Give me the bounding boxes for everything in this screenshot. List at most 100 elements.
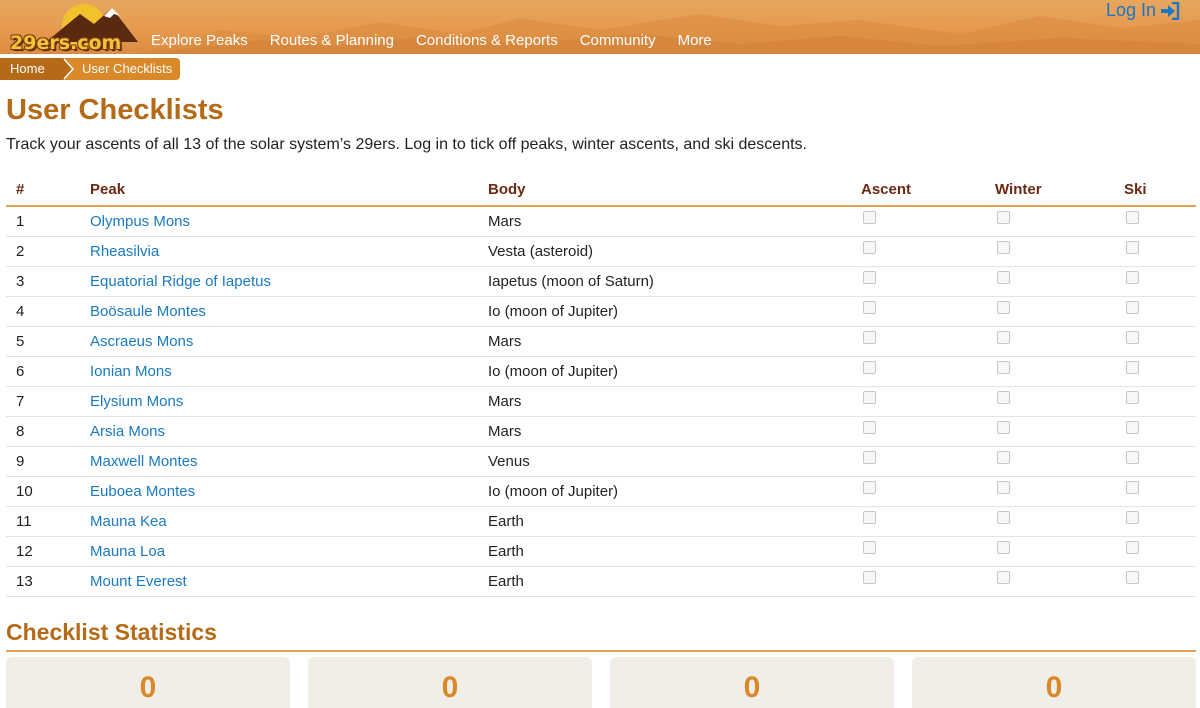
site-logo[interactable]: 29ers.com xyxy=(4,2,140,54)
table-row: 6 Ionian Mons Io (moon of Jupiter) xyxy=(6,356,1196,387)
ski-checkbox[interactable] xyxy=(1126,240,1139,254)
login-link[interactable]: Log In xyxy=(1106,0,1180,21)
ascent-checkbox[interactable] xyxy=(863,570,876,584)
nav-community[interactable]: Community xyxy=(580,32,656,52)
winter-cell xyxy=(995,326,1124,357)
winter-checkbox[interactable] xyxy=(997,480,1010,494)
ascent-checkbox[interactable] xyxy=(863,330,876,344)
ski-checkbox[interactable] xyxy=(1126,480,1139,494)
peak-link[interactable]: Arsia Mons xyxy=(90,423,165,440)
peak-link[interactable]: Maxwell Montes xyxy=(90,453,198,470)
ascent-checkbox[interactable] xyxy=(863,540,876,554)
peak-link[interactable]: Ascraeus Mons xyxy=(90,333,193,350)
ascent-checkbox[interactable] xyxy=(863,390,876,404)
peak-link[interactable]: Olympus Mons xyxy=(90,213,190,230)
ascent-checkbox[interactable] xyxy=(863,240,876,254)
winter-checkbox[interactable] xyxy=(997,210,1010,224)
winter-cell xyxy=(995,416,1124,447)
body-cell: Io (moon of Jupiter) xyxy=(488,476,861,507)
site-header: 29ers.com Explore Peaks Routes & Plannin… xyxy=(0,0,1200,54)
ski-checkbox[interactable] xyxy=(1126,510,1139,524)
peak-cell: Olympus Mons xyxy=(90,206,488,237)
winter-checkbox[interactable] xyxy=(997,570,1010,584)
peak-link[interactable]: Rheasilvia xyxy=(90,243,159,260)
winter-checkbox[interactable] xyxy=(997,330,1010,344)
winter-cell xyxy=(995,566,1124,597)
winter-checkbox[interactable] xyxy=(997,420,1010,434)
winter-checkbox[interactable] xyxy=(997,390,1010,404)
ski-checkbox[interactable] xyxy=(1126,270,1139,284)
ascent-checkbox[interactable] xyxy=(863,480,876,494)
peak-link[interactable]: Equatorial Ridge of Iapetus xyxy=(90,273,271,290)
winter-checkbox[interactable] xyxy=(997,540,1010,554)
winter-cell xyxy=(995,476,1124,507)
winter-cell xyxy=(995,266,1124,297)
body-cell: Mars xyxy=(488,326,861,357)
ascent-checkbox[interactable] xyxy=(863,300,876,314)
winter-cell xyxy=(995,446,1124,477)
ski-cell xyxy=(1124,326,1196,357)
col-header-winter: Winter xyxy=(995,174,1124,207)
ski-checkbox[interactable] xyxy=(1126,420,1139,434)
peak-cell: Equatorial Ridge of Iapetus xyxy=(90,266,488,297)
ascent-checkbox[interactable] xyxy=(863,450,876,464)
winter-cell xyxy=(995,386,1124,417)
peak-cell: Ionian Mons xyxy=(90,356,488,387)
ascent-cell xyxy=(861,386,995,417)
statistics-divider xyxy=(6,650,1196,652)
ski-checkbox[interactable] xyxy=(1126,360,1139,374)
winter-checkbox[interactable] xyxy=(997,450,1010,464)
ski-checkbox[interactable] xyxy=(1126,210,1139,224)
ski-checkbox[interactable] xyxy=(1126,330,1139,344)
ascent-checkbox[interactable] xyxy=(863,210,876,224)
ski-checkbox[interactable] xyxy=(1126,300,1139,314)
nav-conditions-reports[interactable]: Conditions & Reports xyxy=(416,32,558,52)
winter-checkbox[interactable] xyxy=(997,360,1010,374)
login-label: Log In xyxy=(1105,0,1156,20)
ski-cell xyxy=(1124,386,1196,417)
body-cell: Earth xyxy=(488,506,861,537)
table-row: 3 Equatorial Ridge of Iapetus Iapetus (moo… xyxy=(6,266,1196,297)
ascent-checkbox[interactable] xyxy=(863,510,876,524)
row-number: 2 xyxy=(6,236,90,267)
checklist-table: # Peak Body Ascent Winter Ski 1 Olympus M… xyxy=(6,174,1196,597)
body-cell: Vesta (asteroid) xyxy=(488,236,861,267)
col-header-ascent: Ascent xyxy=(861,174,995,207)
ascent-checkbox[interactable] xyxy=(863,420,876,434)
ski-checkbox[interactable] xyxy=(1126,570,1139,584)
ascent-checkbox[interactable] xyxy=(863,270,876,284)
nav-more[interactable]: More xyxy=(678,32,712,52)
peak-link[interactable]: Mauna Loa xyxy=(90,543,165,560)
ascent-cell xyxy=(861,236,995,267)
ascent-checkbox[interactable] xyxy=(863,360,876,374)
peak-link[interactable]: Elysium Mons xyxy=(90,393,183,410)
ski-checkbox[interactable] xyxy=(1126,540,1139,554)
winter-checkbox[interactable] xyxy=(997,300,1010,314)
peak-link[interactable]: Mount Everest xyxy=(90,573,187,590)
ski-checkbox[interactable] xyxy=(1126,450,1139,464)
peak-link[interactable]: Mauna Kea xyxy=(90,513,167,530)
winter-checkbox[interactable] xyxy=(997,270,1010,284)
stat-card: 0 xyxy=(308,657,592,708)
peak-link[interactable]: Euboea Montes xyxy=(90,483,195,500)
nav-explore-peaks[interactable]: Explore Peaks xyxy=(151,32,248,52)
winter-cell xyxy=(995,536,1124,567)
breadcrumb-home[interactable]: Home xyxy=(0,58,74,80)
winter-cell xyxy=(995,506,1124,537)
winter-checkbox[interactable] xyxy=(997,510,1010,524)
col-header-body: Body xyxy=(488,174,861,207)
row-number: 5 xyxy=(6,326,90,357)
row-number: 6 xyxy=(6,356,90,387)
row-number: 9 xyxy=(6,446,90,477)
ski-cell xyxy=(1124,206,1196,237)
winter-checkbox[interactable] xyxy=(997,240,1010,254)
table-row: 2 Rheasilvia Vesta (asteroid) xyxy=(6,236,1196,267)
peak-link[interactable]: Ionian Mons xyxy=(90,363,172,380)
peak-link[interactable]: Boösaule Montes xyxy=(90,303,206,320)
nav-routes-planning[interactable]: Routes & Planning xyxy=(270,32,394,52)
winter-cell xyxy=(995,236,1124,267)
ski-checkbox[interactable] xyxy=(1126,390,1139,404)
main-nav: Explore Peaks Routes & Planning Conditio… xyxy=(151,32,734,52)
body-cell: Io (moon of Jupiter) xyxy=(488,296,861,327)
ski-cell xyxy=(1124,506,1196,537)
